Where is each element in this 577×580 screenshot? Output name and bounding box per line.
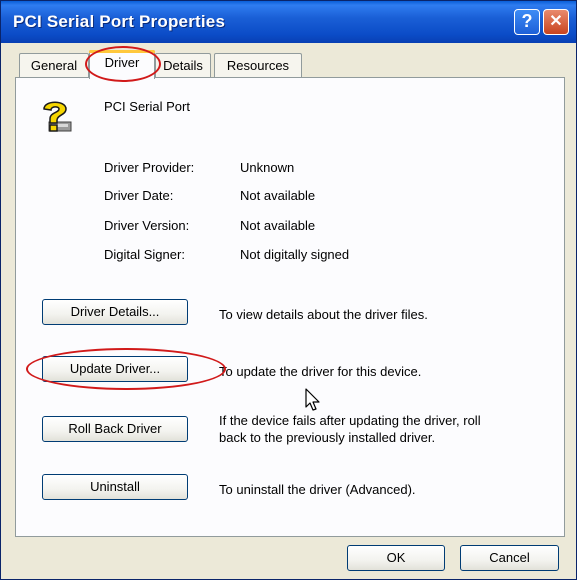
help-button[interactable]: ? xyxy=(514,9,540,35)
help-icon: ? xyxy=(521,11,533,31)
driver-provider-label: Driver Provider: xyxy=(104,160,195,175)
roll-back-description-line1: If the device fails after updating the d… xyxy=(219,413,481,428)
driver-provider-value: Unknown xyxy=(240,160,295,175)
driver-version-value: Not available xyxy=(240,218,316,233)
driver-details-description: To view details about the driver files. xyxy=(219,307,428,322)
driver-details-button[interactable]: Driver Details... xyxy=(42,299,188,325)
mouse-cursor-icon xyxy=(305,388,320,411)
title-bar[interactable]: PCI Serial Port Properties ? ✕ xyxy=(1,1,576,43)
digital-signer-value: Not digitally signed xyxy=(240,247,350,262)
tab-driver[interactable]: Driver xyxy=(89,50,155,79)
update-driver-description: To update the driver for this device. xyxy=(219,364,422,379)
driver-date-value: Not available xyxy=(240,188,316,203)
question-mark-device-icon xyxy=(43,101,72,132)
device-name: PCI Serial Port xyxy=(104,99,190,114)
roll-back-description-line2: back to the previously installed driver. xyxy=(219,430,436,445)
digital-signer-label: Digital Signer: xyxy=(104,247,185,262)
uninstall-description: To uninstall the driver (Advanced). xyxy=(219,482,416,497)
tab-general[interactable]: General xyxy=(19,53,89,77)
tab-resources[interactable]: Resources xyxy=(214,53,302,77)
close-button[interactable]: ✕ xyxy=(543,9,569,35)
driver-version-label: Driver Version: xyxy=(104,218,190,233)
update-driver-button[interactable]: Update Driver... xyxy=(42,356,188,382)
ok-button[interactable]: OK xyxy=(347,545,445,571)
tab-details[interactable]: Details xyxy=(155,53,211,77)
window-title: PCI Serial Port Properties xyxy=(13,12,226,31)
cancel-button[interactable]: Cancel xyxy=(460,545,559,571)
driver-date-label: Driver Date: xyxy=(104,188,174,203)
uninstall-button[interactable]: Uninstall xyxy=(42,474,188,500)
roll-back-driver-button[interactable]: Roll Back Driver xyxy=(42,416,188,442)
close-icon: ✕ xyxy=(549,13,563,30)
